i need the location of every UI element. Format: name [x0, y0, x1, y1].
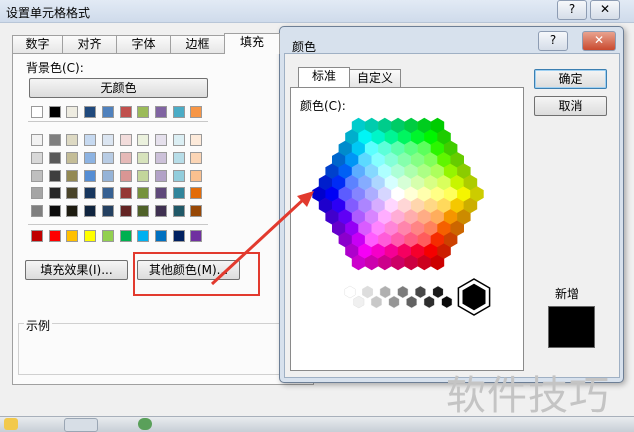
annotation-arrow	[210, 196, 307, 286]
gray-hexagon[interactable]	[344, 285, 356, 299]
gray-hexagon[interactable]	[379, 285, 391, 299]
selected-black-hexagon[interactable]	[459, 280, 489, 314]
grayscale-hexagon-row[interactable]	[344, 285, 453, 309]
gray-hexagon[interactable]	[441, 295, 453, 309]
tab-fill[interactable]: 填充	[224, 33, 280, 54]
tab-standard[interactable]: 标准	[298, 67, 350, 87]
gray-hexagon[interactable]	[353, 295, 365, 309]
gray-hexagon[interactable]	[362, 285, 374, 299]
gray-hexagon[interactable]	[432, 285, 444, 299]
gray-hexagon[interactable]	[388, 295, 400, 309]
gray-hexagon[interactable]	[414, 285, 426, 299]
gray-hexagon[interactable]	[423, 295, 435, 309]
watermark-text: 软件技巧	[446, 373, 610, 419]
gray-hexagon[interactable]	[397, 285, 409, 299]
hexagon-color-picker[interactable]	[312, 117, 484, 271]
gray-hexagon[interactable]	[406, 295, 418, 309]
gray-hexagon[interactable]	[370, 295, 382, 309]
